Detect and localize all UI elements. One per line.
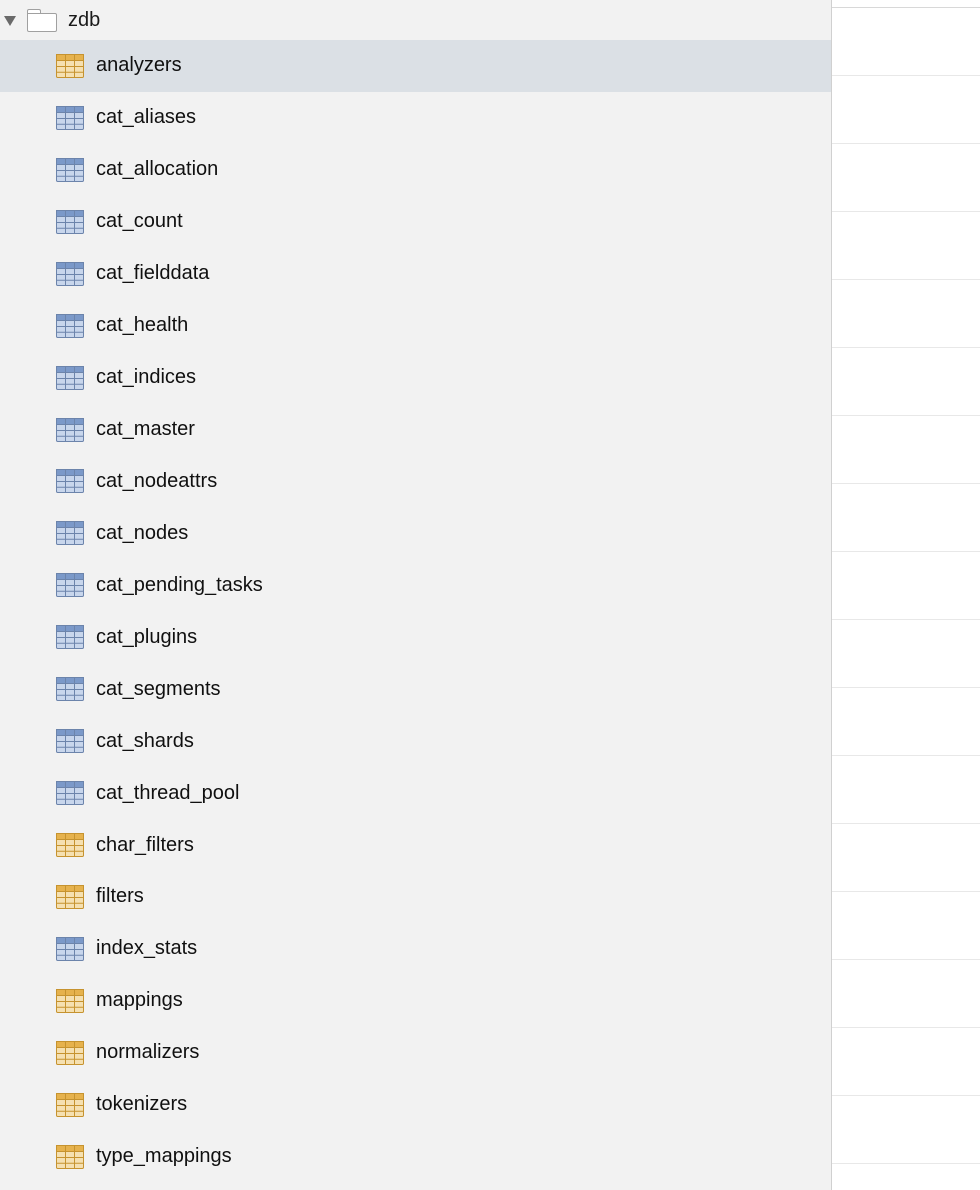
folder-icon: [27, 9, 57, 31]
tree-item-label: index_stats: [96, 937, 197, 960]
tree-item-label: cat_nodeattrs: [96, 470, 217, 493]
content-row: [832, 824, 980, 892]
tree-item-list: analyzers cat_aliases cat_allocation cat…: [0, 40, 831, 1183]
tree-item-label: analyzers: [96, 54, 182, 77]
content-row: [832, 620, 980, 688]
tree-item-label: cat_count: [96, 210, 183, 233]
tree-item-label: filters: [96, 885, 144, 908]
tree-item[interactable]: mappings: [0, 975, 831, 1027]
content-row: [832, 1028, 980, 1096]
tree-item[interactable]: normalizers: [0, 1027, 831, 1079]
tree-item-label: cat_shards: [96, 730, 194, 753]
tree-item[interactable]: char_filters: [0, 819, 831, 871]
tree-item[interactable]: cat_indices: [0, 352, 831, 404]
content-row: [832, 76, 980, 144]
tree-item-label: cat_pending_tasks: [96, 574, 263, 597]
tree-item-label: cat_health: [96, 314, 188, 337]
tree-item-label: cat_aliases: [96, 106, 196, 129]
tree-item-label: cat_plugins: [96, 626, 197, 649]
content-row: [832, 688, 980, 756]
tree-item[interactable]: cat_fielddata: [0, 248, 831, 300]
tree-item[interactable]: cat_thread_pool: [0, 767, 831, 819]
content-row: [832, 280, 980, 348]
tree-item[interactable]: cat_master: [0, 404, 831, 456]
content-row: [832, 756, 980, 824]
tree-item-label: cat_thread_pool: [96, 782, 239, 805]
tree-item-label: char_filters: [96, 834, 194, 857]
tree-item-label: cat_indices: [96, 366, 196, 389]
tree-item[interactable]: tokenizers: [0, 1079, 831, 1131]
schema-row[interactable]: zdb: [0, 0, 831, 40]
tree-item[interactable]: cat_plugins: [0, 611, 831, 663]
tree-item[interactable]: analyzers: [0, 40, 831, 92]
tree-item-label: cat_nodes: [96, 522, 188, 545]
schema-label: zdb: [68, 9, 100, 32]
tree-item-label: tokenizers: [96, 1093, 187, 1116]
content-row: [832, 1096, 980, 1164]
content-panel: [832, 0, 980, 1190]
content-row: [832, 484, 980, 552]
tree-item-label: normalizers: [96, 1041, 199, 1064]
database-tree-panel[interactable]: zdb analyzers cat_aliases cat_allocation…: [0, 0, 832, 1190]
tree-item[interactable]: type_mappings: [0, 1131, 831, 1183]
tree-item[interactable]: cat_nodes: [0, 507, 831, 559]
tree-item[interactable]: cat_aliases: [0, 92, 831, 144]
content-row: [832, 892, 980, 960]
tree-item[interactable]: filters: [0, 871, 831, 923]
content-row: [832, 960, 980, 1028]
content-row: [832, 212, 980, 280]
content-header-strip: [832, 0, 980, 8]
tree-item[interactable]: cat_segments: [0, 663, 831, 715]
content-row: [832, 144, 980, 212]
tree-item[interactable]: cat_allocation: [0, 144, 831, 196]
tree-item[interactable]: cat_shards: [0, 715, 831, 767]
tree-item-label: cat_allocation: [96, 158, 218, 181]
tree-item-label: cat_master: [96, 418, 195, 441]
content-row: [832, 8, 980, 76]
tree-item[interactable]: index_stats: [0, 923, 831, 975]
tree-item[interactable]: cat_pending_tasks: [0, 559, 831, 611]
tree-item[interactable]: cat_nodeattrs: [0, 456, 831, 508]
tree-item[interactable]: cat_count: [0, 196, 831, 248]
tree-item-label: mappings: [96, 989, 183, 1012]
tree-item-label: cat_fielddata: [96, 262, 209, 285]
content-row: [832, 348, 980, 416]
tree-item[interactable]: cat_health: [0, 300, 831, 352]
content-row: [832, 416, 980, 484]
disclosure-triangle-down-icon[interactable]: [4, 16, 16, 26]
content-row: [832, 552, 980, 620]
tree-item-label: type_mappings: [96, 1145, 232, 1168]
tree-item-label: cat_segments: [96, 678, 221, 701]
